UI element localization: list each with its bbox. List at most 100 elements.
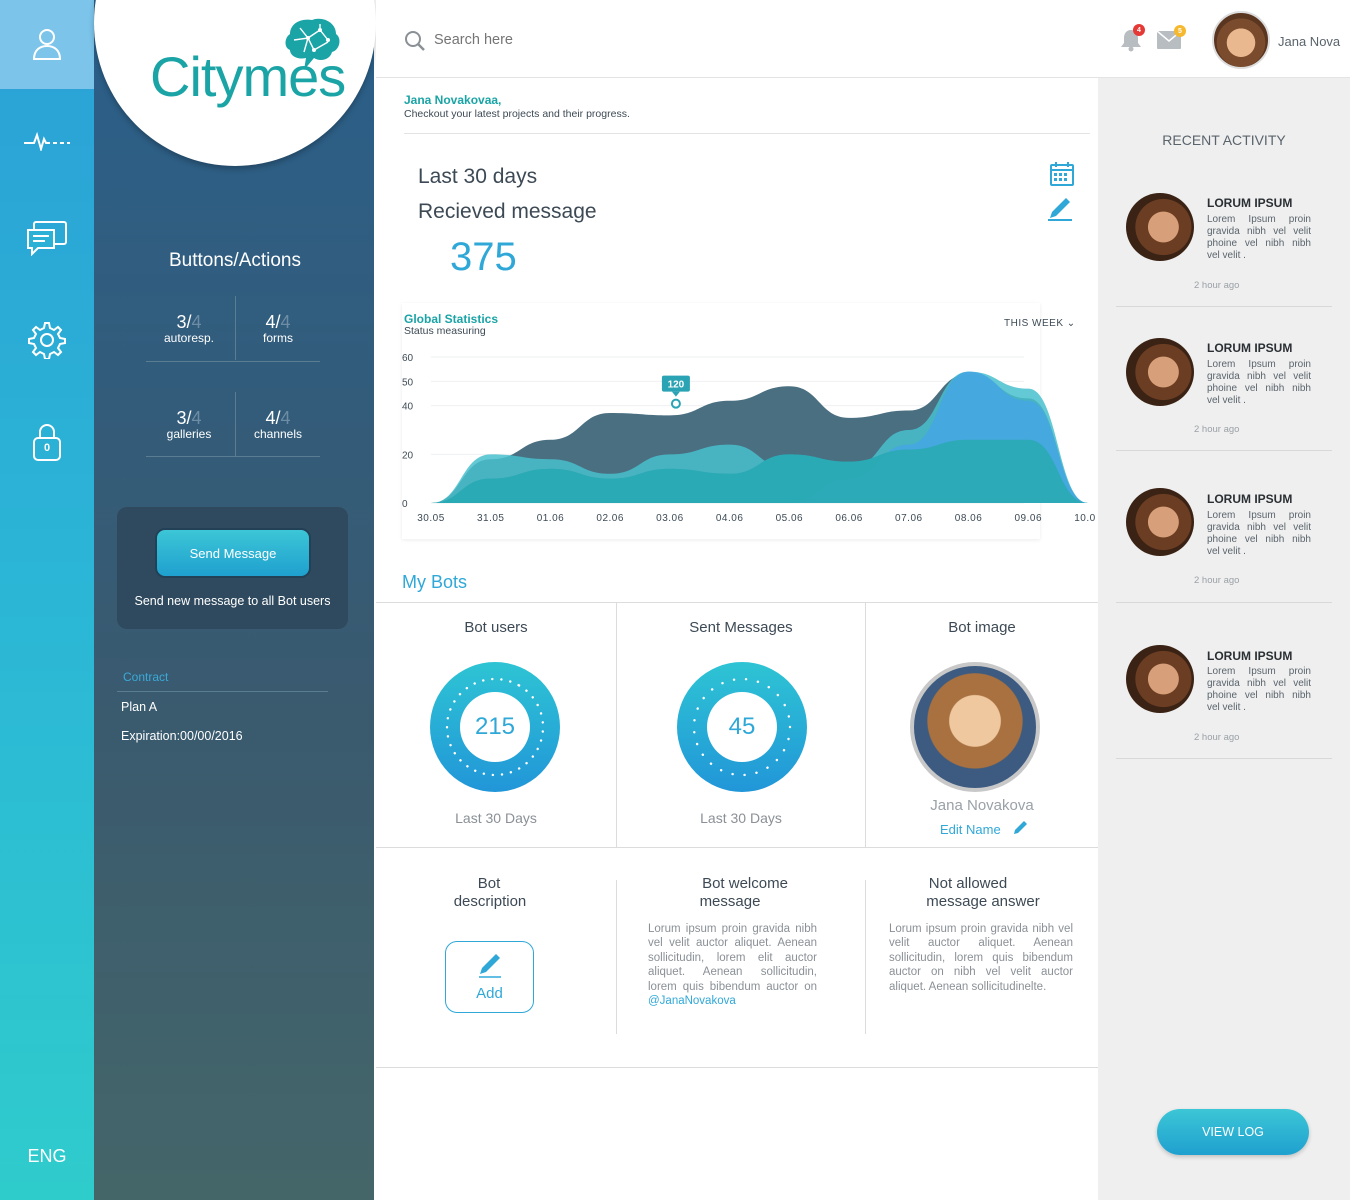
- search-input[interactable]: [434, 32, 734, 48]
- mention-link[interactable]: @JanaNovakova: [648, 995, 736, 1007]
- chat-icon[interactable]: [24, 215, 70, 261]
- title-line: Bot welcome: [702, 875, 788, 892]
- activity-item-time: 2 hour ago: [1194, 280, 1240, 291]
- not-allowed-text: Lorum ipsum proin gravida nibh vel velit…: [889, 923, 1073, 993]
- chart-title: Global Statistics: [404, 312, 499, 326]
- view-log-button[interactable]: VIEW LOG: [1157, 1109, 1309, 1155]
- activity-item-time: 2 hour ago: [1194, 424, 1240, 435]
- title-line: message: [699, 893, 761, 910]
- title-line: description: [453, 893, 527, 910]
- chart-period-dropdown[interactable]: THIS WEEK ⌄: [1004, 318, 1076, 329]
- icon-rail: [0, 0, 94, 1200]
- x-tick-label: 02.06: [596, 513, 624, 524]
- x-tick-label: 03.06: [656, 513, 684, 524]
- bot-image-title: Bot image: [948, 619, 1016, 636]
- brain-icon: [280, 16, 342, 79]
- activity-item-time: 2 hour ago: [1194, 575, 1240, 586]
- divider: [616, 880, 617, 1034]
- annotation-pointer: [671, 391, 680, 397]
- avatar[interactable]: [1212, 11, 1270, 69]
- stat-label: forms: [263, 331, 293, 345]
- avatar: [1126, 338, 1194, 406]
- area-chart: 0 20 40 50 60 30.05 31.05 01.06 02.06 03.06 04.06 0…: [402, 353, 1096, 524]
- edit-name-link[interactable]: Edit Name: [940, 820, 1028, 839]
- search-icon: [404, 30, 426, 57]
- pencil-icon: [1012, 820, 1028, 839]
- chart-period-label: THIS WEEK: [1004, 318, 1064, 329]
- avatar: [1126, 488, 1194, 556]
- language-switch[interactable]: ENG: [0, 1146, 94, 1167]
- y-tick-label: 50: [402, 377, 414, 388]
- plan-expiration: Expiration:00/00/2016: [121, 729, 243, 743]
- bot-avatar[interactable]: [910, 662, 1040, 792]
- stat-channels: 4/4 channels: [234, 408, 322, 441]
- bot-users-period: Last 30 Days: [455, 810, 537, 826]
- y-tick-label: 20: [402, 450, 414, 461]
- activity-item-body: Lorem Ipsum proin gravida nibh vel velit…: [1207, 666, 1311, 713]
- calendar-icon[interactable]: [1050, 162, 1074, 191]
- divider: [146, 456, 320, 457]
- x-tick-label: 01.06: [537, 513, 565, 524]
- activity-item-body: Lorem Ipsum proin gravida nibh vel velit…: [1207, 510, 1311, 557]
- kpi-value: 375: [450, 235, 517, 279]
- divider: [1116, 306, 1332, 307]
- welcome-message-title: Bot welcome message: [640, 875, 850, 911]
- not-allowed-title: Not allowed message answer: [866, 875, 1100, 911]
- x-tick-label: 04.06: [716, 513, 744, 524]
- annotation-marker: [670, 398, 681, 409]
- activity-item-title: LORUM IPSUM: [1207, 492, 1293, 506]
- divider: [404, 133, 1090, 134]
- x-tick-label: 06.06: [835, 513, 863, 524]
- activity-title: RECENT ACTIVITY: [1162, 132, 1286, 148]
- stat-count: 4/: [265, 312, 281, 332]
- stat-total: 4: [280, 408, 291, 428]
- send-message-button[interactable]: Send Message: [155, 528, 311, 578]
- stat-autoresp: 3/4 autoresp.: [145, 312, 233, 345]
- chart-subtitle: Status measuring: [404, 325, 486, 337]
- plan-name: Plan A: [121, 700, 158, 714]
- divider: [146, 361, 320, 362]
- kpi-label: Recieved message: [418, 200, 597, 223]
- add-label: Add: [476, 985, 503, 1002]
- welcome-message-text: Lorum ipsum proin gravida nibh vel velit…: [648, 922, 817, 1008]
- stat-label: autoresp.: [163, 331, 215, 345]
- x-tick-label: 31.05: [477, 513, 505, 524]
- gear-icon[interactable]: [24, 317, 70, 363]
- activity-item-title: LORUM IPSUM: [1207, 341, 1293, 355]
- edit-name-label: Edit Name: [940, 822, 1001, 837]
- sent-messages-title: Sent Messages: [689, 619, 793, 636]
- x-tick-label: 30.05: [417, 513, 445, 524]
- x-tick-label: 05.06: [776, 513, 804, 524]
- stat-label: channels: [253, 427, 303, 441]
- x-tick-label: 08.06: [955, 513, 983, 524]
- kpi-period: Last 30 days: [418, 165, 538, 188]
- lock-badge: 0: [43, 442, 51, 454]
- ring-dots: [677, 662, 807, 797]
- user-name[interactable]: Jana Nova: [1278, 34, 1340, 49]
- greeting-subtitle: Checkout your latest projects and their …: [404, 108, 630, 120]
- bot-name: Jana Novakova: [930, 797, 1034, 814]
- y-tick-label: 0: [402, 499, 408, 510]
- stat-total: 4: [191, 312, 202, 332]
- divider: [1116, 602, 1332, 603]
- activity-item-title: LORUM IPSUM: [1207, 196, 1293, 210]
- activity-item-body: Lorem Ipsum proin gravida nibh vel velit…: [1207, 214, 1311, 261]
- avatar: [1126, 193, 1194, 261]
- activity-item-title: LORUM IPSUM: [1207, 649, 1293, 663]
- x-tick-label: 07.06: [895, 513, 923, 524]
- stat-count: 3/: [176, 312, 192, 332]
- pencil-icon[interactable]: [1046, 196, 1074, 227]
- greeting-name: Jana Novakovaa,: [404, 93, 502, 107]
- bot-description-title: Bot description: [376, 875, 602, 911]
- send-message-note: Send new message to all Bot users: [134, 594, 331, 608]
- title-line: message answer: [926, 893, 1040, 910]
- bot-users-title: Bot users: [464, 619, 528, 636]
- divider: [1116, 758, 1332, 759]
- add-description-button[interactable]: Add: [445, 941, 534, 1013]
- pulse-icon[interactable]: [24, 118, 70, 164]
- user-icon[interactable]: [24, 21, 70, 67]
- avatar: [1126, 645, 1194, 713]
- pencil-icon: [476, 952, 504, 983]
- welcome-message-body: Lorum ipsum proin gravida nibh vel velit…: [648, 923, 817, 993]
- divider: [1116, 450, 1332, 451]
